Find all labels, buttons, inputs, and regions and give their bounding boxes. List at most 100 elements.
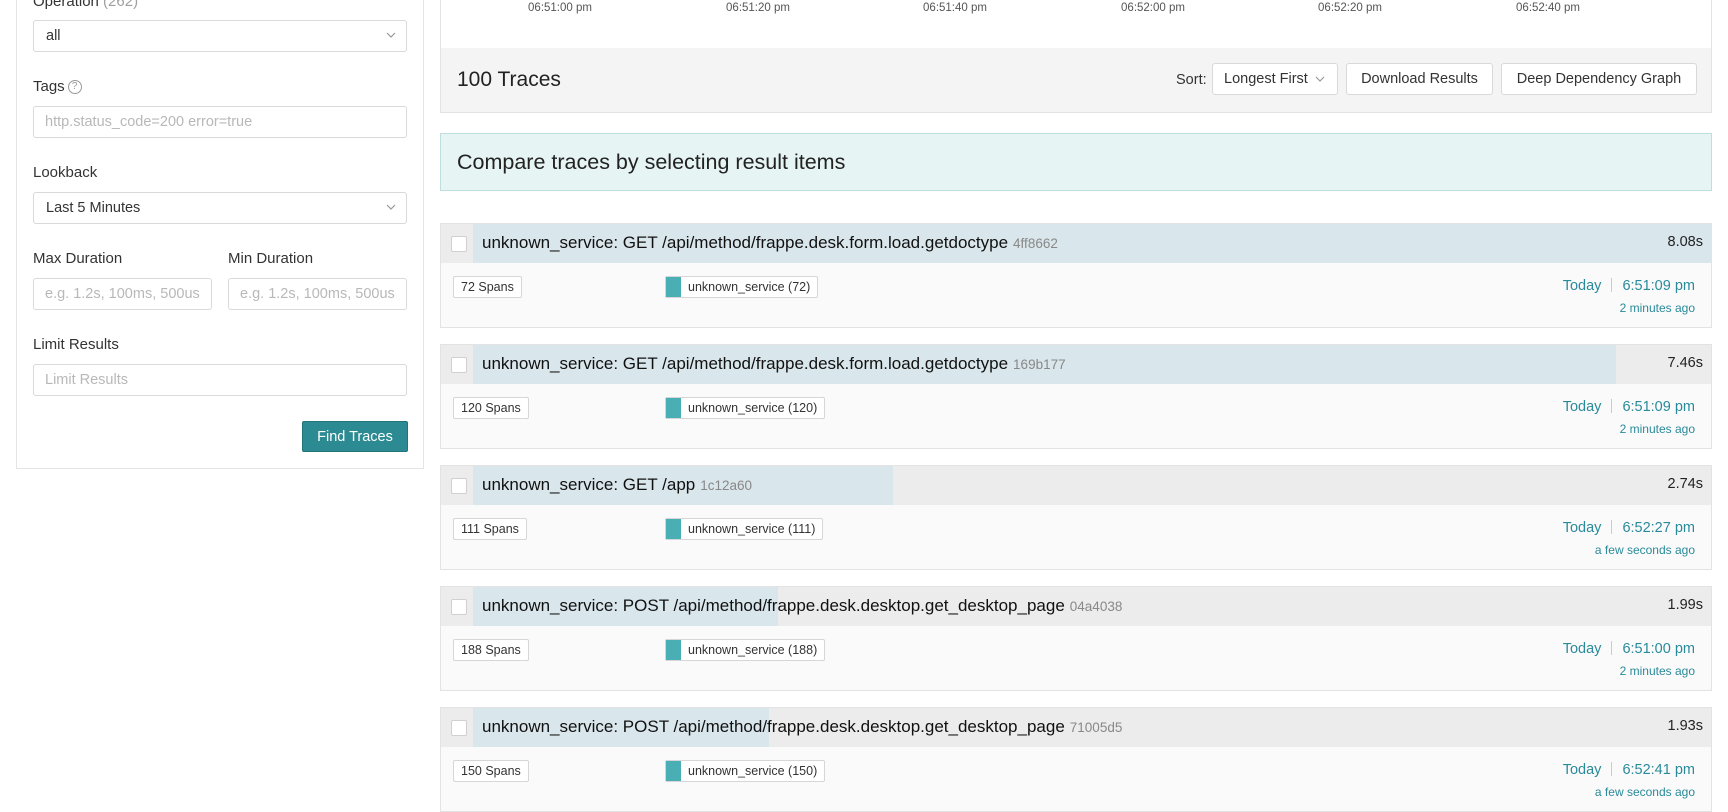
results-count: 100 Traces xyxy=(457,68,561,91)
trace-day: Today xyxy=(1562,278,1602,294)
trace-duration: 1.93s xyxy=(1667,718,1703,734)
min-duration-label: Min Duration xyxy=(228,250,314,267)
trace-select-checkbox[interactable] xyxy=(451,357,467,373)
trace-item[interactable]: unknown_service: GET /api/method/frappe.… xyxy=(440,223,1712,328)
trace-title[interactable]: unknown_service: GET /api/method/frappe.… xyxy=(482,233,1058,253)
limit-results-label: Limit Results xyxy=(33,336,119,353)
max-duration-input[interactable] xyxy=(33,278,212,310)
trace-item[interactable]: unknown_service: POST /api/method/frappe… xyxy=(440,586,1712,691)
trace-item[interactable]: unknown_service: POST /api/method/frappe… xyxy=(440,707,1712,812)
find-traces-button[interactable]: Find Traces xyxy=(302,421,408,452)
service-tag: unknown_service (120) xyxy=(665,397,826,419)
service-color-swatch xyxy=(666,640,681,660)
service-tag: unknown_service (150) xyxy=(665,760,826,782)
axis-tick: 06:51:00 pm xyxy=(528,2,592,14)
service-tag: unknown_service (111) xyxy=(665,518,824,540)
service-color-swatch xyxy=(666,398,681,418)
span-count-tag: 72 Spans xyxy=(453,276,522,298)
trace-item[interactable]: unknown_service: GET /app 1c12a60 2.74s 1… xyxy=(440,465,1712,570)
axis-tick: 06:52:40 pm xyxy=(1516,2,1580,14)
chevron-down-icon xyxy=(1315,76,1325,82)
operation-label: Operation (262) xyxy=(33,0,138,10)
divider xyxy=(1611,278,1613,292)
trace-item-header[interactable]: unknown_service: GET /api/method/frappe.… xyxy=(441,224,1711,263)
span-count-tag: 111 Spans xyxy=(453,518,527,540)
trace-title-text: unknown_service: GET /app xyxy=(482,475,696,494)
trace-id: 4ff8662 xyxy=(1013,236,1058,251)
trace-day: Today xyxy=(1562,641,1602,657)
trace-start-time: Today 6:51:09 pm xyxy=(1563,399,1695,415)
chevron-down-icon xyxy=(386,32,396,38)
compare-banner-text: Compare traces by selecting result items xyxy=(457,150,846,174)
max-duration-label: Max Duration xyxy=(33,250,123,267)
service-tag-label: unknown_service (150) xyxy=(688,764,818,778)
trace-duration: 2.74s xyxy=(1667,476,1703,492)
trace-start-time: Today 6:51:09 pm xyxy=(1563,278,1695,294)
trace-title[interactable]: unknown_service: GET /app 1c12a60 xyxy=(482,475,752,495)
tags-input[interactable] xyxy=(33,106,407,138)
trace-item-header[interactable]: unknown_service: GET /api/method/frappe.… xyxy=(441,345,1711,384)
axis-tick: 06:52:00 pm xyxy=(1121,2,1185,14)
axis-tick: 06:51:20 pm xyxy=(726,2,790,14)
trace-title[interactable]: unknown_service: GET /api/method/frappe.… xyxy=(482,354,1066,374)
operation-select[interactable]: all xyxy=(33,20,407,52)
trace-title-text: unknown_service: POST /api/method/frappe… xyxy=(482,596,1065,615)
operation-label-text: Operation xyxy=(33,0,99,10)
deep-dependency-graph-button[interactable]: Deep Dependency Graph xyxy=(1501,63,1697,95)
download-results-button[interactable]: Download Results xyxy=(1346,63,1493,95)
trace-day: Today xyxy=(1562,399,1602,415)
trace-item[interactable]: unknown_service: GET /api/method/frappe.… xyxy=(440,344,1712,449)
divider xyxy=(1611,399,1613,413)
trace-select-checkbox[interactable] xyxy=(451,720,467,736)
lookback-select-value: Last 5 Minutes xyxy=(46,200,141,216)
service-tag: unknown_service (188) xyxy=(665,639,826,661)
tags-label: Tags? xyxy=(33,78,82,95)
service-color-swatch xyxy=(666,277,681,297)
service-tag-label: unknown_service (120) xyxy=(688,401,818,415)
trace-duration: 1.99s xyxy=(1667,597,1703,613)
trace-time: 6:52:27 pm xyxy=(1622,520,1695,536)
operation-count: (262) xyxy=(103,0,139,10)
trace-start-time: Today 6:51:00 pm xyxy=(1563,641,1695,657)
lookback-label: Lookback xyxy=(33,164,98,181)
limit-results-input[interactable] xyxy=(33,364,407,396)
trace-item-header[interactable]: unknown_service: GET /app 1c12a60 2.74s xyxy=(441,466,1711,505)
lookback-select[interactable]: Last 5 Minutes xyxy=(33,192,407,224)
trace-start-time: Today 6:52:41 pm xyxy=(1563,762,1695,778)
search-form-panel: Operation (262) all Tags? Lookback Last … xyxy=(16,0,424,469)
trace-item-header[interactable]: unknown_service: POST /api/method/frappe… xyxy=(441,708,1711,747)
trace-select-checkbox[interactable] xyxy=(451,478,467,494)
trace-id: 71005d5 xyxy=(1069,720,1123,735)
divider xyxy=(1611,641,1613,655)
trace-start-time: Today 6:52:27 pm xyxy=(1563,520,1695,536)
trace-title[interactable]: unknown_service: POST /api/method/frappe… xyxy=(482,596,1122,616)
trace-duration: 7.46s xyxy=(1667,355,1703,371)
trace-title-text: unknown_service: GET /api/method/frappe.… xyxy=(482,233,1009,252)
divider xyxy=(1611,520,1613,534)
chevron-down-icon xyxy=(386,204,396,210)
trace-select-checkbox[interactable] xyxy=(451,236,467,252)
trace-id: 1c12a60 xyxy=(700,478,753,493)
span-count-tag: 188 Spans xyxy=(453,639,529,661)
trace-duration: 8.08s xyxy=(1667,234,1703,250)
service-tag-label: unknown_service (111) xyxy=(688,522,816,536)
trace-day: Today xyxy=(1562,520,1602,536)
trace-relative-time: 2 minutes ago xyxy=(1619,422,1695,436)
service-tag-label: unknown_service (72) xyxy=(688,280,811,294)
trace-select-checkbox[interactable] xyxy=(451,599,467,615)
question-circle-icon[interactable]: ? xyxy=(67,80,82,94)
trace-id: 04a4038 xyxy=(1069,599,1123,614)
span-count-tag: 150 Spans xyxy=(453,760,529,782)
tags-label-text: Tags xyxy=(33,78,65,95)
span-count-tag: 120 Spans xyxy=(453,397,529,419)
trace-id: 169b177 xyxy=(1013,357,1066,372)
trace-title-text: unknown_service: GET /api/method/frappe.… xyxy=(482,354,1009,373)
service-color-swatch xyxy=(666,519,681,539)
trace-item-header[interactable]: unknown_service: POST /api/method/frappe… xyxy=(441,587,1711,626)
trace-day: Today xyxy=(1562,762,1602,778)
min-duration-input[interactable] xyxy=(228,278,407,310)
axis-tick: 06:51:40 pm xyxy=(923,2,987,14)
sort-select[interactable]: Longest First xyxy=(1212,63,1338,95)
trace-time: 6:51:09 pm xyxy=(1622,278,1695,294)
trace-title[interactable]: unknown_service: POST /api/method/frappe… xyxy=(482,717,1122,737)
